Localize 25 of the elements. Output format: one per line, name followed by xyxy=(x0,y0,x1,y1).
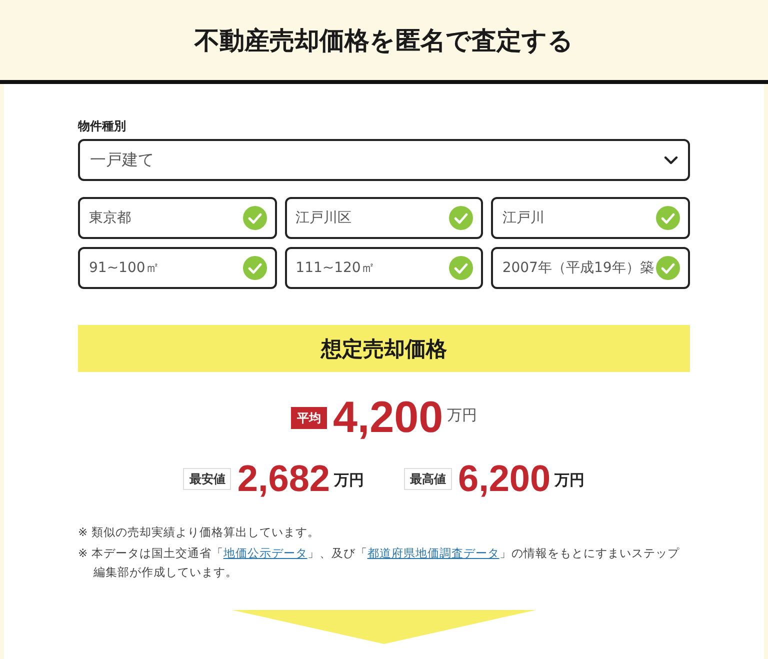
text-field[interactable]: 江戸川区 xyxy=(284,197,484,239)
data-link[interactable]: 地価公示データ xyxy=(223,546,308,560)
section-heading: 想定売却価格 xyxy=(78,325,690,372)
text-field[interactable]: 江戸川 xyxy=(491,197,690,239)
text-field[interactable]: 111~120㎡ xyxy=(284,247,484,289)
price-unit: 万円 xyxy=(554,471,585,490)
note-text: ※ 類似の売却実績より価格算出しています。 xyxy=(78,524,320,541)
text-field[interactable]: 東京都 xyxy=(78,197,277,239)
page-title: 不動産売却価格を匿名で査定する xyxy=(194,24,574,56)
note-text: ※ 本データは国土交通省「地価公示データ」、及び「都道府県地価調査データ」の情報をもとにすまいステップ編集部が作成しています。 xyxy=(78,545,680,581)
price-label: 平均 xyxy=(290,407,327,429)
data-link[interactable]: 都道府県地価調査データ xyxy=(367,546,500,560)
price-unit: 万円 xyxy=(447,406,478,425)
price-label: 最安値 xyxy=(183,468,232,490)
price-amount: 4,200 xyxy=(332,396,444,440)
price-amount: 6,200 xyxy=(458,460,551,497)
text-field[interactable]: 91~100㎡ xyxy=(78,247,277,289)
text-field[interactable]: 2007年（平成19年）築 xyxy=(491,247,690,289)
field-label: 物件種別 xyxy=(78,118,127,134)
price-label: 最高値 xyxy=(404,468,452,490)
property-type-select[interactable]: 一戸建て xyxy=(78,139,690,181)
chevron-down-icon xyxy=(664,156,678,164)
price-amount: 2,682 xyxy=(237,460,330,497)
price-unit: 万円 xyxy=(334,471,364,490)
down-arrow-icon xyxy=(232,610,536,644)
